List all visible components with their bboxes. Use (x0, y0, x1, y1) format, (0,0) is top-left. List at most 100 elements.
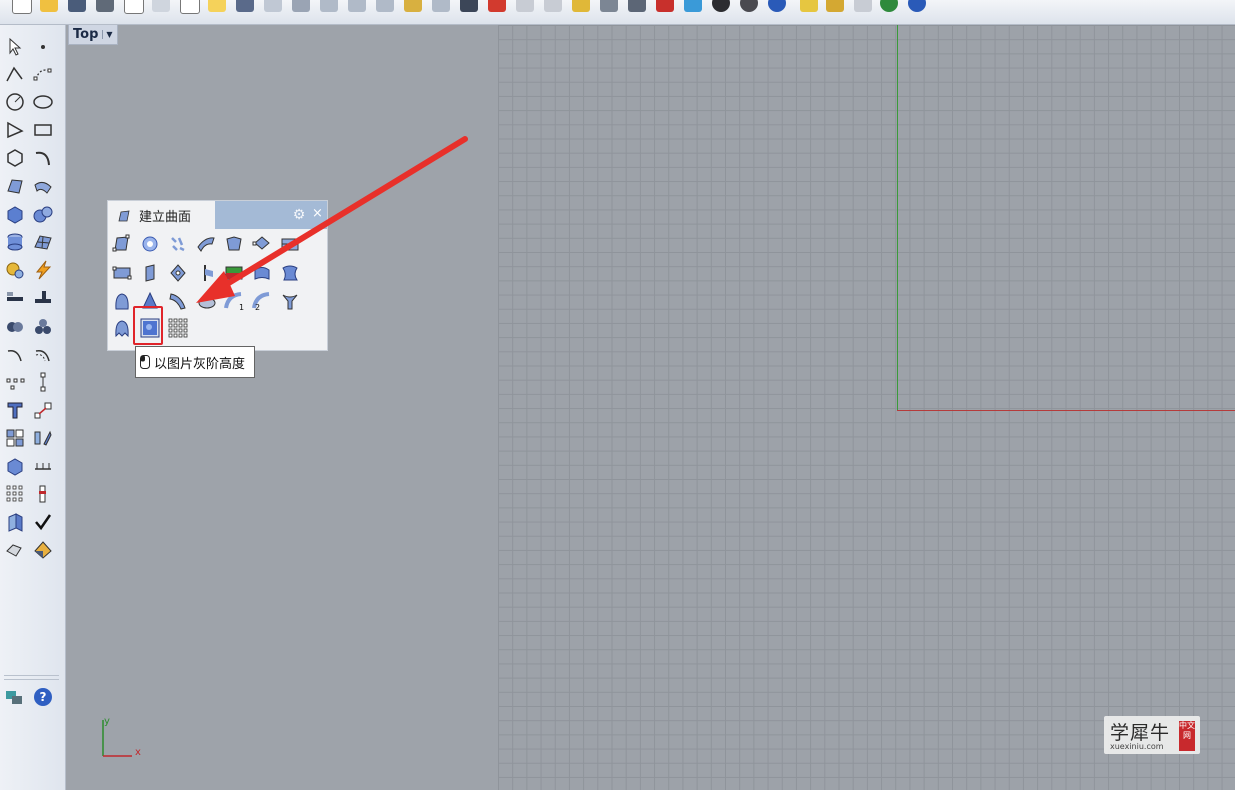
zoom-window-icon[interactable] (320, 0, 338, 12)
help-question-icon[interactable]: ? (32, 686, 54, 708)
lightning-icon[interactable] (32, 259, 54, 281)
loft-icon[interactable] (251, 262, 273, 284)
panel-tab[interactable]: 建立曲面 (108, 201, 215, 229)
print-icon[interactable] (96, 0, 114, 12)
revolve-icon[interactable] (111, 290, 133, 312)
cplane-icon[interactable] (572, 0, 590, 12)
sweep-two-rail-icon[interactable] (167, 290, 189, 312)
extrude-surface-icon[interactable] (139, 262, 161, 284)
surface-from-corner-points-icon[interactable] (111, 233, 133, 255)
redo-icon[interactable] (264, 0, 282, 12)
extrude-straight-icon[interactable] (111, 262, 133, 284)
cut-icon[interactable] (152, 0, 170, 12)
sphere-icon[interactable] (32, 203, 54, 225)
rectangular-plane-icon[interactable] (279, 233, 301, 255)
viewport-layout-icon[interactable] (460, 0, 478, 12)
viewport-title-tab[interactable]: Top ▼ (68, 25, 118, 45)
toolbar-layout-icon[interactable] (4, 686, 26, 708)
dimension-linear-icon[interactable] (32, 455, 54, 477)
import-icon[interactable] (124, 0, 144, 14)
boolean-union-icon[interactable] (4, 315, 26, 337)
light-icon[interactable] (800, 0, 818, 12)
curve-control-points-icon[interactable] (32, 63, 54, 85)
filter-icon[interactable] (600, 0, 618, 12)
planar-curve-surface-icon[interactable] (139, 233, 161, 255)
circle-icon[interactable] (4, 91, 26, 113)
drape-surface-icon[interactable] (195, 290, 217, 312)
globe-icon[interactable] (880, 0, 898, 12)
render-sphere-icon[interactable] (768, 0, 786, 12)
close-icon[interactable]: × (312, 207, 323, 221)
open-folder-icon[interactable] (40, 0, 58, 12)
section-icon[interactable] (32, 483, 54, 505)
shell-icon[interactable] (4, 539, 26, 561)
move-icon[interactable] (32, 371, 54, 393)
extrude-curve-icon[interactable] (251, 233, 273, 255)
cylinder-icon[interactable] (4, 231, 26, 253)
shaded-sphere-icon[interactable] (712, 0, 730, 12)
arc-icon[interactable] (4, 119, 26, 141)
offset-curve-icon[interactable] (32, 343, 54, 365)
copy-icon[interactable] (180, 0, 200, 14)
help-icon[interactable] (908, 0, 926, 12)
zoom-extents-icon[interactable] (348, 0, 366, 12)
scale-icon[interactable] (32, 399, 54, 421)
sweep-1-icon[interactable]: 1 (223, 290, 245, 312)
surface-from-points-icon[interactable] (4, 175, 26, 197)
layer-icon[interactable] (628, 0, 646, 12)
options-gear-icon[interactable] (826, 0, 844, 12)
mesh-plane-icon[interactable] (32, 231, 54, 253)
heightfield-green-icon[interactable] (223, 262, 245, 284)
properties-icon[interactable] (656, 0, 674, 12)
fin-surface-icon[interactable] (111, 317, 133, 339)
undo-icon[interactable] (236, 0, 254, 12)
point-icon[interactable] (32, 36, 54, 58)
patch-surface-icon[interactable] (167, 233, 189, 255)
gear-icon[interactable]: ⚙ (292, 208, 306, 222)
mirror-icon[interactable] (32, 427, 54, 449)
solid-box-icon[interactable] (4, 455, 26, 477)
dimension-icon[interactable] (854, 0, 872, 12)
analyze-surface-icon[interactable] (32, 539, 54, 561)
checkmark-icon[interactable] (32, 511, 54, 533)
fillet-curve-icon[interactable] (4, 343, 26, 365)
loft-surface-icon[interactable] (32, 175, 54, 197)
viewport-menu-arrow-icon[interactable]: ▼ (102, 30, 113, 39)
rectangle-icon[interactable] (32, 119, 54, 141)
split-icon[interactable] (4, 287, 26, 309)
new-file-icon[interactable] (12, 0, 32, 14)
mesh-gear-icon[interactable] (4, 259, 26, 281)
rendered-sphere-icon[interactable] (740, 0, 758, 12)
tween-surface-icon[interactable] (279, 290, 301, 312)
edge-surface-icon[interactable] (223, 233, 245, 255)
paste-icon[interactable] (208, 0, 226, 12)
text-object-icon[interactable] (4, 399, 26, 421)
zoom-selected-icon[interactable] (376, 0, 394, 12)
curve-fillet-icon[interactable] (32, 147, 54, 169)
color-wheel-icon[interactable] (684, 0, 702, 12)
camera-icon[interactable] (488, 0, 506, 12)
box-solid-icon[interactable] (4, 203, 26, 225)
save-icon[interactable] (68, 0, 86, 12)
rail-revolve-icon[interactable] (167, 262, 189, 284)
trim-icon[interactable] (32, 287, 54, 309)
array-icon[interactable] (4, 427, 26, 449)
network-surface-icon[interactable] (195, 233, 217, 255)
zoom-dynamic-icon[interactable] (404, 0, 422, 12)
ellipse-icon[interactable] (32, 91, 54, 113)
sweep-2-icon[interactable]: 2 (251, 290, 273, 312)
boolean-difference-icon[interactable] (32, 315, 54, 337)
blend-surface-icon[interactable] (279, 262, 301, 284)
select-arrow-icon[interactable] (4, 36, 26, 58)
rotate-view-icon[interactable] (544, 0, 562, 12)
point-grid-surface-icon[interactable] (167, 317, 189, 339)
control-points-icon[interactable] (4, 371, 26, 393)
sweep-one-rail-icon[interactable] (195, 262, 217, 284)
polyline-icon[interactable] (4, 63, 26, 85)
grid-points-icon[interactable] (4, 483, 26, 505)
polygon-icon[interactable] (4, 147, 26, 169)
pan-icon[interactable] (292, 0, 310, 12)
named-view-icon[interactable] (516, 0, 534, 12)
extrude-icon[interactable] (4, 511, 26, 533)
zoom-target-icon[interactable] (432, 0, 450, 12)
